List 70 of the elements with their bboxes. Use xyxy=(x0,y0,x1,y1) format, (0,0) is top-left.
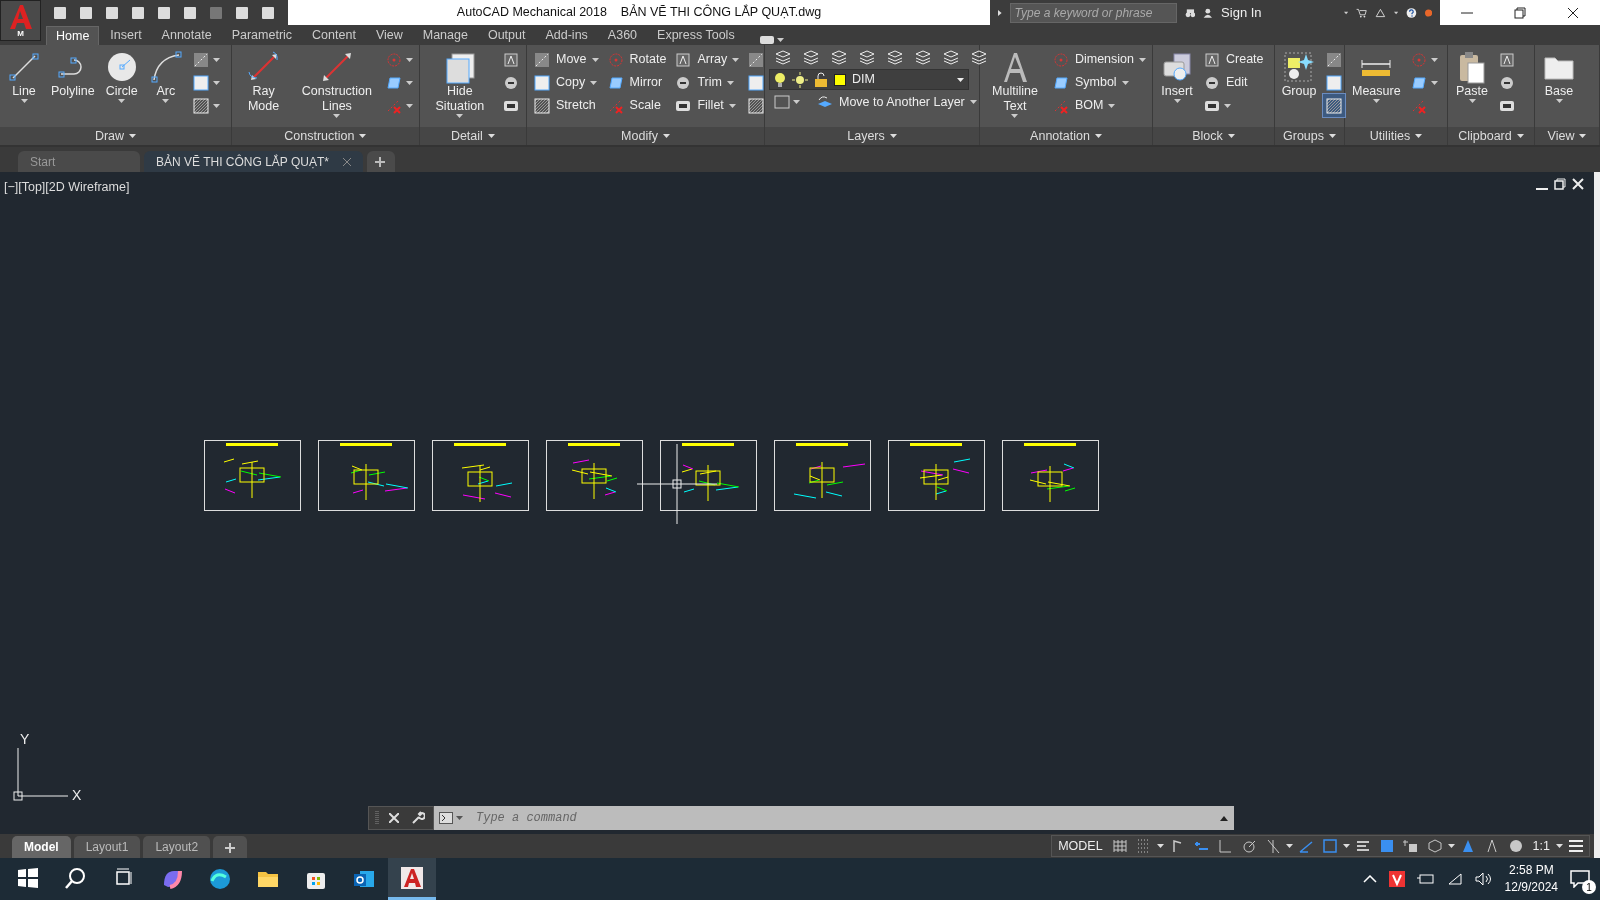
clock-time: 2:58 PM xyxy=(1508,862,1554,879)
ribbon-tool-button[interactable]: Fillet xyxy=(672,94,742,117)
notification-badge: 1 xyxy=(1582,880,1596,895)
panel-title-button[interactable]: Construction xyxy=(232,127,419,145)
ribbon-tool-button[interactable]: Rotate xyxy=(604,48,669,71)
model-space-button[interactable]: MODEL xyxy=(1054,836,1107,856)
x-axis-label: X xyxy=(72,787,82,802)
ribbon-tool-button[interactable]: Mirror xyxy=(604,71,669,94)
search-field[interactable]: Type a keyword or phrase xyxy=(1009,2,1177,23)
panel-title-button[interactable]: Layers xyxy=(765,127,979,145)
ribbon-tool-button[interactable]: Stretch xyxy=(531,94,601,117)
ribbon-tab[interactable]: Home xyxy=(46,26,100,45)
ribbon-tool-button[interactable]: Construction Lines xyxy=(295,48,379,120)
move-to-layer-button[interactable]: Move to Another Layer xyxy=(814,93,979,112)
ribbon-tool-button[interactable]: Array xyxy=(672,48,742,71)
ribbon-tool-button[interactable]: Measure xyxy=(1349,48,1404,105)
panel-title-button[interactable]: View xyxy=(1535,127,1599,145)
ribbon-tool-button[interactable]: BOM xyxy=(1049,94,1148,117)
ribbon-tab[interactable]: Parametric xyxy=(222,26,302,45)
ribbon-tab[interactable]: Insert xyxy=(101,26,151,45)
ribbon-tool-button[interactable]: Base xyxy=(1539,48,1579,105)
ribbon-tool-button[interactable]: Ray Mode xyxy=(236,48,292,116)
app-letter: M xyxy=(17,29,24,38)
annotation-scale-button[interactable]: 1:1 xyxy=(1528,836,1554,856)
y-axis-label: Y xyxy=(20,732,30,747)
ribbon-tab[interactable]: Output xyxy=(478,26,535,45)
ribbon-tab[interactable]: Express Tools xyxy=(648,26,744,45)
ribbon-tool-button[interactable]: Line xyxy=(4,48,44,105)
layout-tab[interactable]: Model xyxy=(12,836,71,858)
panel-title-button[interactable]: Draw xyxy=(0,127,231,145)
ribbon-tool-button[interactable]: Copy xyxy=(531,71,601,94)
window-title: AutoCAD Mechanical 2018 BẢN VẼ THI CÔNG LẮP QUẠT.dwg xyxy=(455,3,823,22)
ribbon-tool-button[interactable]: Multiline Text xyxy=(984,48,1046,120)
panel-title-button[interactable]: Utilities xyxy=(1345,127,1447,145)
layout-tab[interactable]: Layout1 xyxy=(73,836,141,858)
ribbon-tab[interactable]: A360 xyxy=(598,26,647,45)
ribbon-tool-button[interactable]: Edit xyxy=(1201,71,1266,94)
ribbon-tool-button[interactable]: Arc xyxy=(145,48,186,105)
ribbon-tab[interactable]: Manage xyxy=(413,26,477,45)
ribbon-tool-button[interactable]: Create xyxy=(1201,48,1266,71)
panel-title-button[interactable]: Annotation xyxy=(980,127,1152,145)
ribbon-tab[interactable]: Content xyxy=(303,26,365,45)
ribbon-tool-button[interactable]: Symbol xyxy=(1049,71,1148,94)
layer-name: DIM xyxy=(852,71,876,89)
sign-in-link[interactable]: Sign In xyxy=(1221,2,1262,23)
ribbon-tab[interactable]: Annotate xyxy=(152,26,221,45)
ribbon-tool-button[interactable]: Polyline xyxy=(48,48,98,101)
ribbon-tool-button[interactable]: Insert xyxy=(1157,48,1197,105)
panel-title-button[interactable]: Modify xyxy=(527,127,764,145)
ribbon-tool-button[interactable]: Dimension xyxy=(1049,48,1148,71)
panel-title-button[interactable]: Detail xyxy=(419,127,526,145)
ribbon-tool-button[interactable]: Paste xyxy=(1452,48,1492,105)
ribbon-tool-button[interactable]: Scale xyxy=(604,94,669,117)
clock-date: 12/9/2024 xyxy=(1504,879,1558,896)
layout-tab[interactable]: Layout2 xyxy=(143,836,211,858)
ribbon-tab[interactable]: Add-ins xyxy=(536,26,597,45)
ribbon-tool-button[interactable]: Circle xyxy=(101,48,142,105)
ribbon-tool-button[interactable]: Hide Situation xyxy=(423,48,496,120)
panel-title-button[interactable]: Groups xyxy=(1275,127,1344,145)
layer-dropdown[interactable]: DIM xyxy=(769,69,969,90)
ribbon-tab[interactable]: View xyxy=(366,26,412,45)
panel-title-button[interactable]: Block xyxy=(1153,127,1274,145)
application-menu-button[interactable]: M xyxy=(0,0,41,41)
ribbon-tool-button[interactable]: Trim xyxy=(672,71,742,94)
command-input[interactable]: Type a command xyxy=(468,806,1214,830)
viewport-controls-label[interactable]: [−][Top][2D Wireframe] xyxy=(4,178,130,194)
panel-title-button[interactable]: Clipboard xyxy=(1448,127,1534,145)
document-tab[interactable]: BẢN VẼ THI CÔNG LẮP QUẠT* xyxy=(144,151,363,172)
ribbon-tool-button[interactable]: Group xyxy=(1279,48,1319,101)
ribbon-tool-button[interactable]: Move xyxy=(531,48,601,71)
